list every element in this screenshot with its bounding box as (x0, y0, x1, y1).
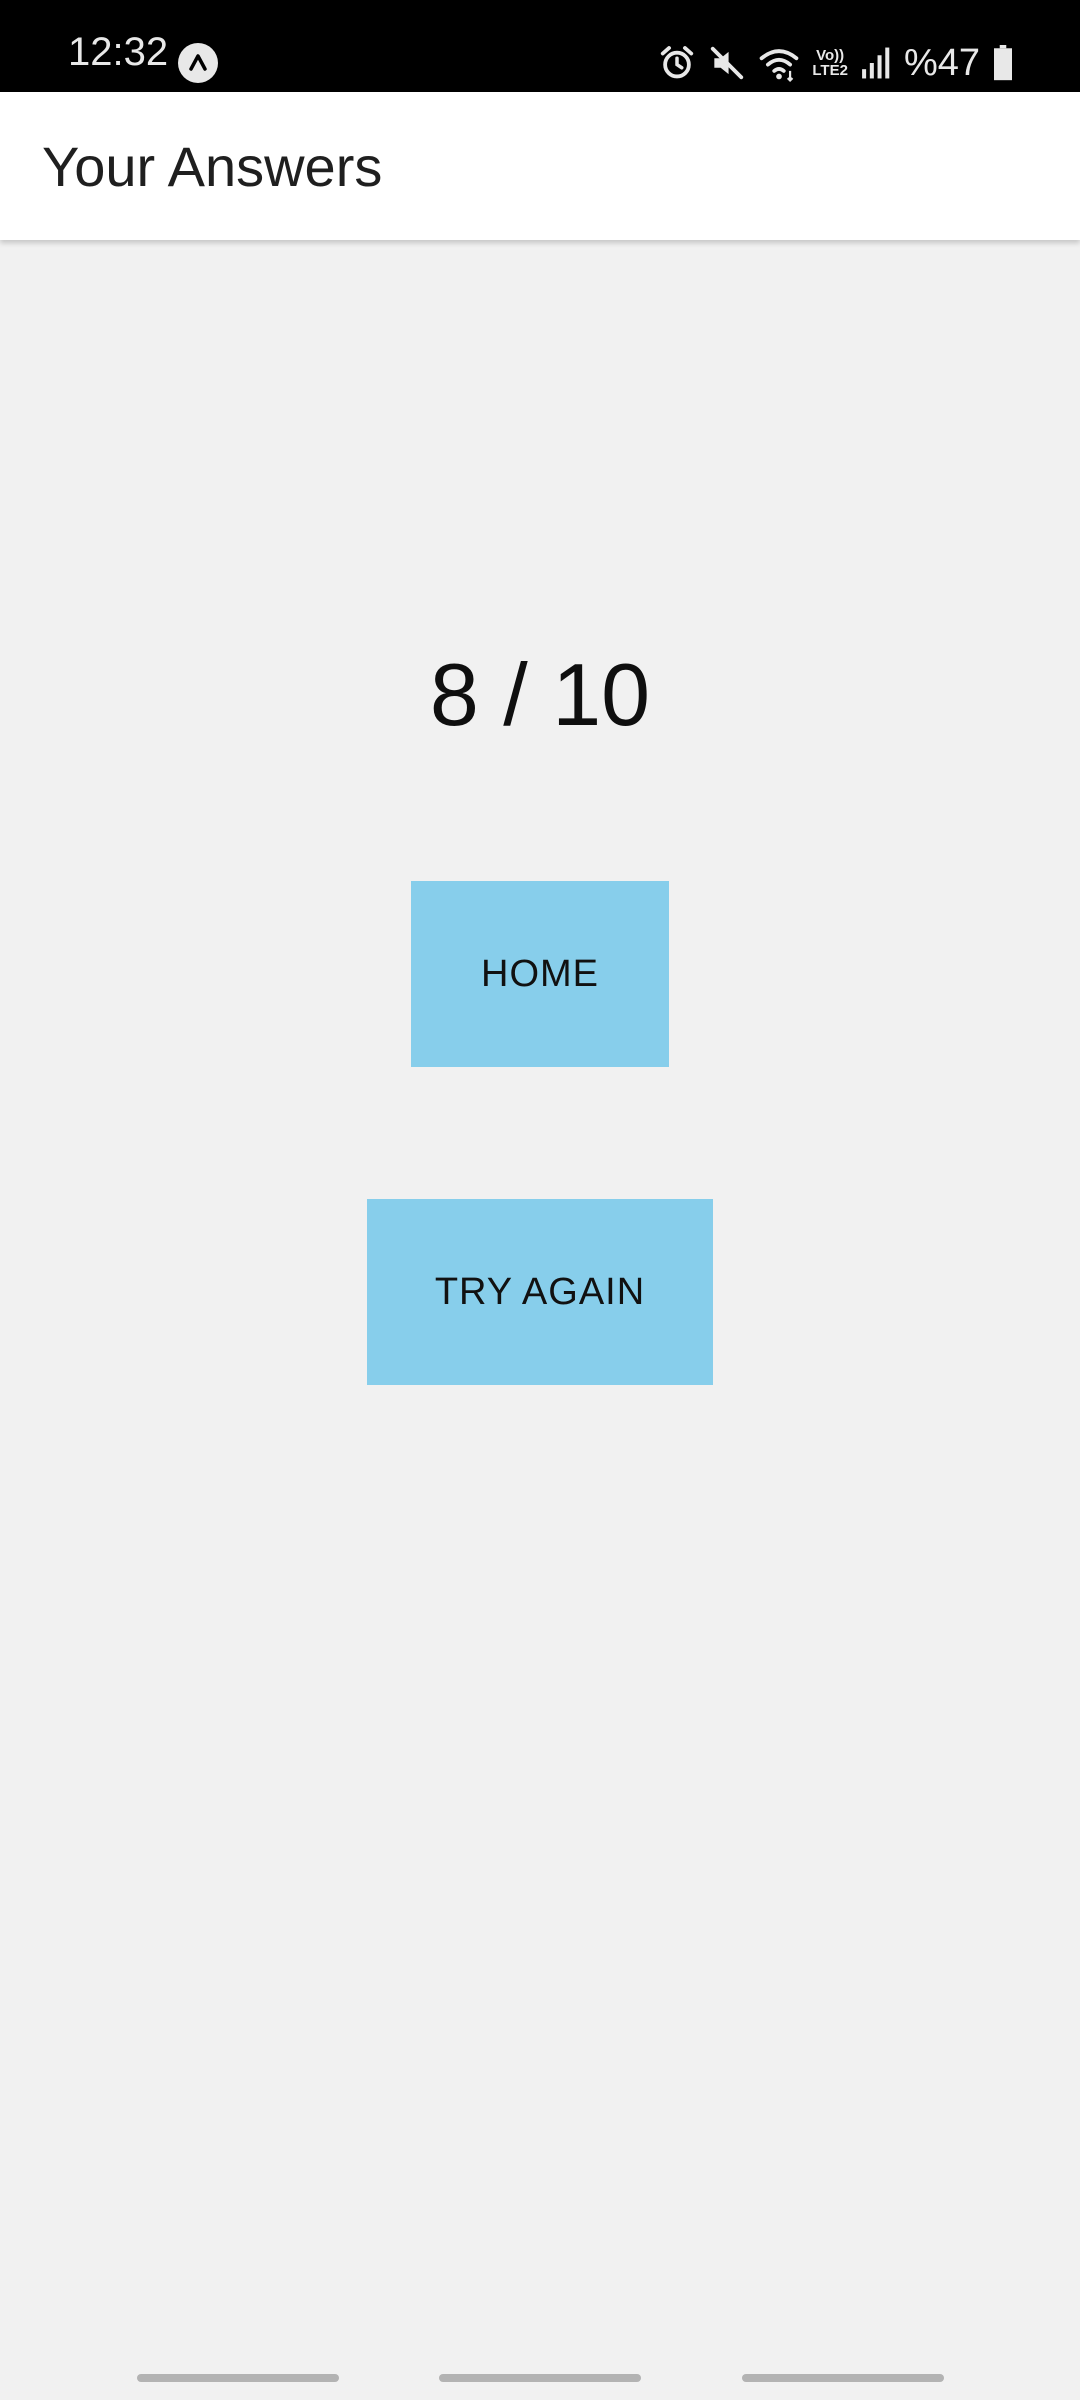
nav-home-handle[interactable] (439, 2374, 641, 2382)
status-icons: Vo)) LTE2 %47 (658, 38, 1014, 88)
status-time: 12:32 (68, 30, 169, 74)
navigation-bar (0, 2360, 1080, 2400)
home-button[interactable]: HOME (411, 881, 669, 1067)
try-again-button[interactable]: TRY AGAIN (367, 1199, 713, 1385)
volte-label: Vo)) (816, 47, 845, 64)
score-text: 8 / 10 (429, 645, 651, 744)
battery-icon (994, 45, 1012, 81)
mute-icon (711, 46, 744, 80)
app-notification-icon (178, 43, 218, 83)
nav-back-handle[interactable] (742, 2374, 944, 2382)
wifi-icon (760, 49, 799, 82)
lte-label: LTE2 (812, 62, 848, 79)
status-bar: 12:32 Vo)) LTE2 %47 (0, 0, 1080, 92)
app-bar: Your Answers (0, 92, 1080, 240)
nav-recents-handle[interactable] (137, 2374, 339, 2382)
signal-icon (862, 47, 890, 79)
page-title: Your Answers (42, 135, 383, 198)
volte-icon: Vo)) LTE2 (812, 48, 848, 78)
alarm-icon (661, 46, 694, 79)
battery-percent: %47 (903, 42, 980, 84)
